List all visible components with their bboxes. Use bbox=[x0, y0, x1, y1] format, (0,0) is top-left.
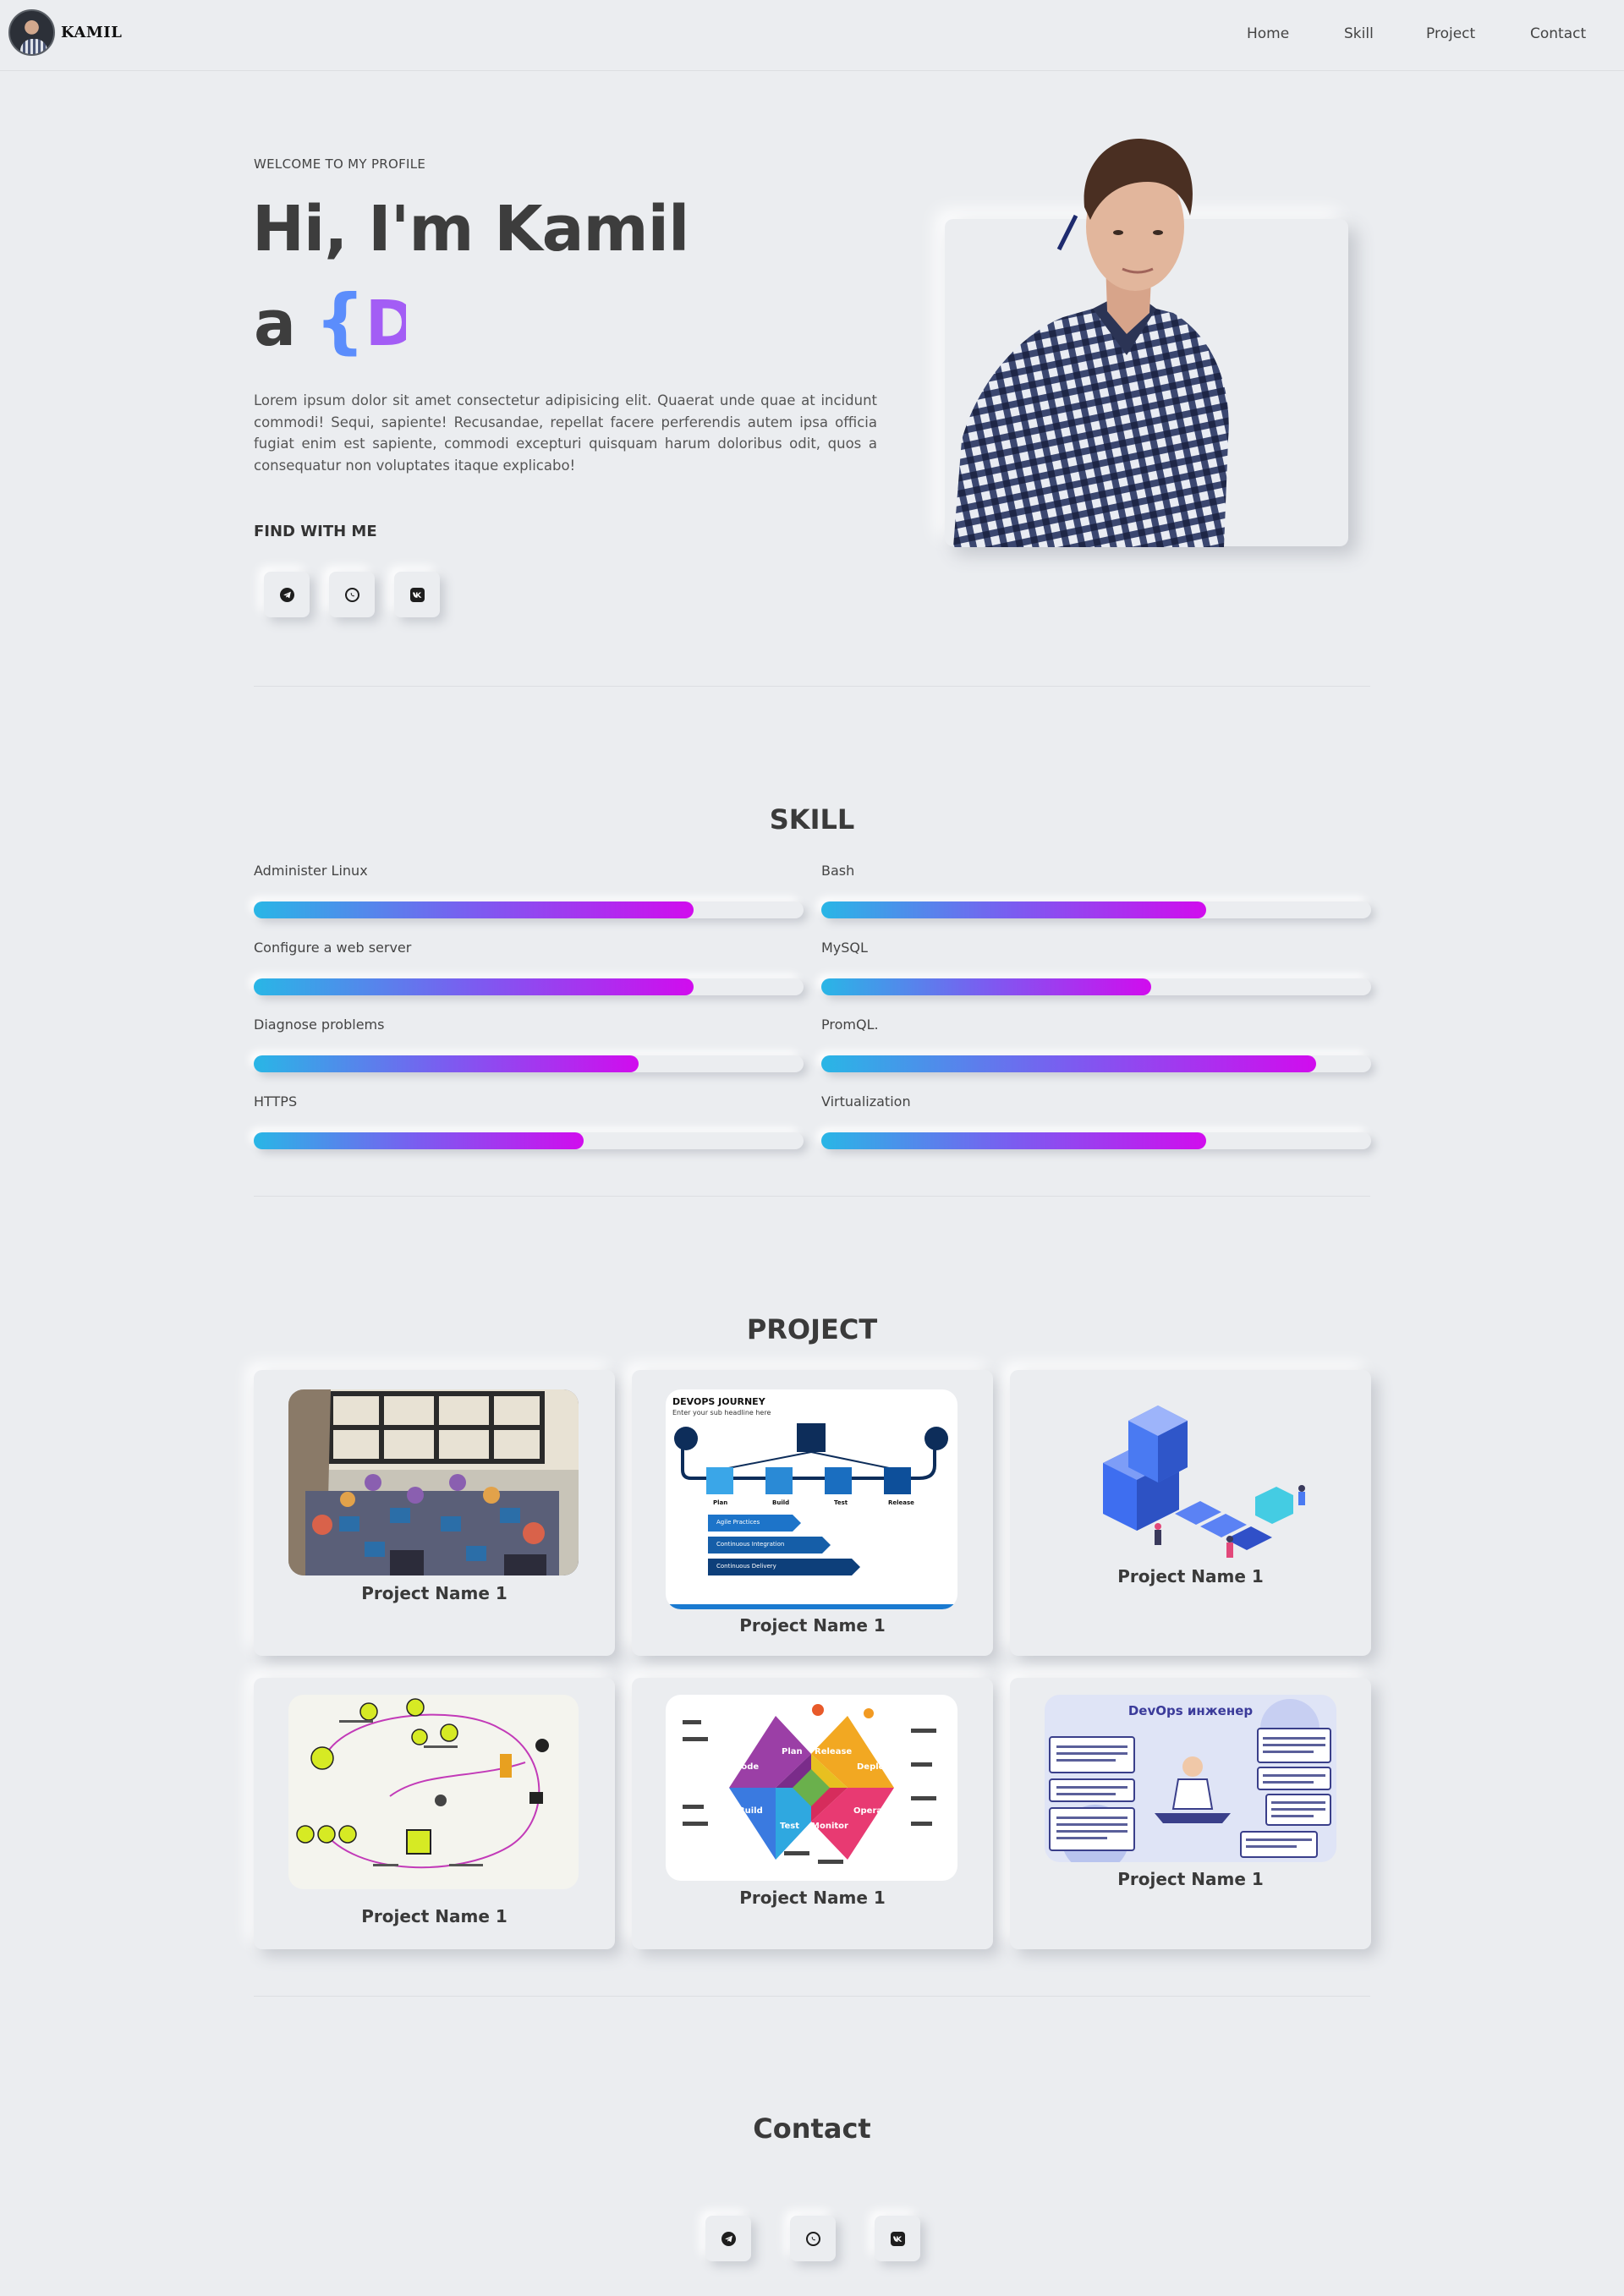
project-image-ci-cd-cycle bbox=[288, 1695, 579, 1889]
telegram-icon bbox=[279, 587, 294, 602]
vk-icon bbox=[890, 2231, 905, 2246]
skill-label: Bash bbox=[821, 863, 855, 879]
project-section-title: PROJECT bbox=[746, 1313, 878, 1345]
skill-label: PromQL. bbox=[821, 1016, 879, 1033]
section-divider bbox=[254, 1996, 1370, 1997]
project-image-devops-loop: Code Plan Release Deploy Build Test Moni… bbox=[666, 1695, 957, 1881]
image-step: Test bbox=[834, 1499, 848, 1506]
project-name: Project Name 1 bbox=[739, 1615, 886, 1636]
role-brace: { bbox=[314, 279, 365, 362]
skill-bar-fill bbox=[821, 1055, 1316, 1072]
skill-section-title: SKILL bbox=[769, 803, 855, 836]
project-card[interactable]: Code Plan Release Deploy Build Test Moni… bbox=[632, 1678, 993, 1949]
skill-bar-fill bbox=[821, 978, 1151, 995]
project-name: Project Name 1 bbox=[361, 1583, 508, 1603]
nav-contact[interactable]: Contact bbox=[1530, 25, 1586, 42]
project-image-datacenter bbox=[1052, 1387, 1331, 1581]
skill-bar bbox=[254, 1055, 804, 1072]
skill-label: Configure a web server bbox=[254, 940, 412, 956]
hero-title: Hi, I'm Kamil bbox=[252, 193, 689, 266]
project-card[interactable]: Project Name 1 bbox=[254, 1370, 615, 1656]
skill-label: Virtualization bbox=[821, 1093, 911, 1110]
skill-bar-fill bbox=[254, 978, 694, 995]
whatsapp-icon bbox=[805, 2231, 820, 2246]
skill-bar-fill bbox=[254, 1132, 584, 1149]
project-name: Project Name 1 bbox=[1117, 1566, 1264, 1586]
project-card[interactable]: Project Name 1 bbox=[1010, 1370, 1371, 1656]
skill-bar-fill bbox=[821, 901, 1206, 918]
image-label: Build bbox=[738, 1806, 763, 1816]
image-label: Monitor bbox=[811, 1822, 848, 1831]
welcome-text: WELCOME TO MY PROFILE bbox=[254, 156, 426, 172]
find-with-me-title: FIND WITH ME bbox=[254, 523, 377, 540]
hero-role: a{De bbox=[254, 279, 406, 364]
skill-bar bbox=[821, 978, 1371, 995]
project-image-devops-journey: DEVOPS JOURNEY Enter your sub headline h… bbox=[666, 1389, 957, 1609]
skill-bar-fill bbox=[254, 1055, 639, 1072]
image-label: Code bbox=[735, 1762, 760, 1772]
project-name: Project Name 1 bbox=[739, 1888, 886, 1908]
profile-photo bbox=[953, 139, 1229, 547]
skill-bar bbox=[821, 901, 1371, 918]
skill-bar-fill bbox=[821, 1132, 1206, 1149]
telegram-button[interactable] bbox=[705, 2216, 751, 2261]
skill-bar-fill bbox=[254, 901, 694, 918]
image-step: Build bbox=[772, 1499, 790, 1506]
project-card[interactable]: DEVOPS JOURNEY Enter your sub headline h… bbox=[632, 1370, 993, 1656]
project-image-office bbox=[288, 1389, 579, 1575]
image-practice: Continuous Integration bbox=[716, 1541, 785, 1548]
vk-button[interactable] bbox=[394, 572, 440, 617]
top-navbar: KAMIL Home Skill Project Contact bbox=[0, 0, 1624, 71]
image-practice: Continuous Delivery bbox=[716, 1563, 776, 1570]
nav-home[interactable]: Home bbox=[1247, 25, 1289, 42]
contact-social-links bbox=[705, 2216, 959, 2261]
vk-icon bbox=[409, 587, 425, 602]
skill-label: MySQL bbox=[821, 940, 868, 956]
project-card[interactable]: Project Name 1 bbox=[254, 1678, 615, 1949]
role-prefix: a bbox=[254, 288, 296, 360]
hero-description: Lorem ipsum dolor sit amet consectetur a… bbox=[254, 392, 877, 474]
section-divider bbox=[254, 686, 1370, 687]
project-name: Project Name 1 bbox=[1117, 1869, 1264, 1889]
image-label: Test bbox=[780, 1822, 800, 1831]
image-practice: Agile Practices bbox=[716, 1519, 760, 1526]
skill-label: Administer Linux bbox=[254, 863, 368, 879]
image-step: Release bbox=[888, 1499, 914, 1506]
whatsapp-icon bbox=[344, 587, 359, 602]
nav-skill[interactable]: Skill bbox=[1344, 25, 1374, 42]
skill-bar bbox=[254, 978, 804, 995]
skill-bar bbox=[254, 1132, 804, 1149]
project-card[interactable]: DevOps инженер Project Name 1 bbox=[1010, 1678, 1371, 1949]
whatsapp-button[interactable] bbox=[329, 572, 375, 617]
skill-label: HTTPS bbox=[254, 1093, 298, 1110]
project-name: Project Name 1 bbox=[361, 1906, 508, 1926]
main-nav: Home Skill Project Contact bbox=[0, 25, 1624, 46]
role-typed-text: De bbox=[365, 288, 406, 360]
contact-section-title: Contact bbox=[753, 2112, 871, 2145]
hero-social-links bbox=[264, 572, 459, 617]
whatsapp-button[interactable] bbox=[790, 2216, 836, 2261]
image-label: Release bbox=[815, 1747, 853, 1756]
image-label: Operate bbox=[853, 1806, 892, 1816]
skill-label: Diagnose problems bbox=[254, 1016, 385, 1033]
telegram-icon bbox=[721, 2231, 736, 2246]
project-image-devops-engineer: DevOps инженер bbox=[1045, 1695, 1336, 1862]
image-label: Deploy bbox=[857, 1762, 891, 1772]
vk-button[interactable] bbox=[875, 2216, 920, 2261]
skill-bar bbox=[821, 1055, 1371, 1072]
section-divider bbox=[254, 1196, 1370, 1197]
skill-bar bbox=[821, 1132, 1371, 1149]
image-step: Plan bbox=[713, 1499, 728, 1506]
image-label: Plan bbox=[782, 1747, 803, 1756]
nav-project[interactable]: Project bbox=[1426, 25, 1475, 42]
skill-bar bbox=[254, 901, 804, 918]
telegram-button[interactable] bbox=[264, 572, 310, 617]
